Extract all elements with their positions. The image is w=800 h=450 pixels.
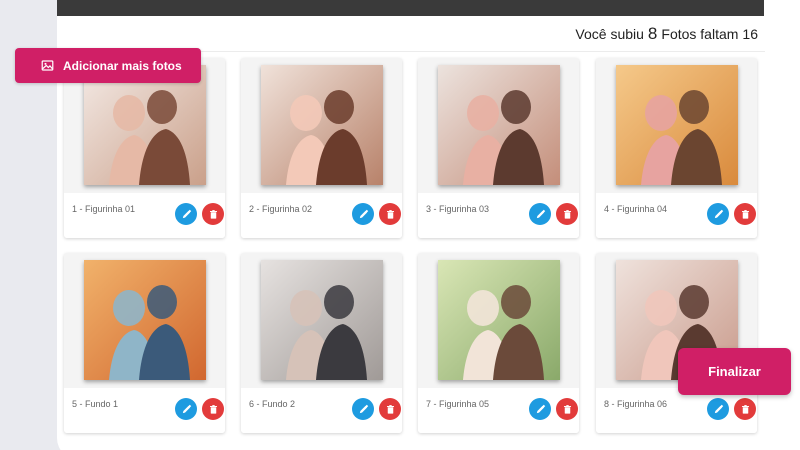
edit-button[interactable] — [352, 203, 374, 225]
counter-prefix: Você subiu — [575, 26, 644, 42]
delete-button[interactable] — [734, 203, 756, 225]
add-photos-label: Adicionar mais fotos — [63, 58, 182, 73]
card-footer: 4 - Figurinha 04 — [596, 193, 757, 238]
delete-button[interactable] — [202, 398, 224, 420]
trash-icon — [208, 404, 219, 415]
trash-icon — [208, 209, 219, 220]
edit-button[interactable] — [175, 203, 197, 225]
edit-button[interactable] — [529, 398, 551, 420]
pencil-icon — [181, 209, 192, 220]
delete-button[interactable] — [379, 398, 401, 420]
trash-icon — [385, 404, 396, 415]
couple-photo — [616, 65, 738, 185]
photo-label: 8 - Figurinha 06 — [604, 399, 668, 409]
couple-photo — [84, 260, 206, 380]
card-footer: 3 - Figurinha 03 — [418, 193, 579, 238]
remaining-count: 16 — [742, 26, 758, 42]
pencil-icon — [713, 209, 724, 220]
pencil-icon — [713, 404, 724, 415]
photo-card: 4 - Figurinha 04 — [596, 58, 757, 238]
photo-card: 5 - Fundo 1 — [64, 253, 225, 433]
photo-card: 2 - Figurinha 02 — [241, 58, 402, 238]
image-icon — [41, 59, 54, 72]
couple-photo — [438, 65, 560, 185]
trash-icon — [562, 209, 573, 220]
pencil-icon — [358, 404, 369, 415]
card-footer: 7 - Figurinha 05 — [418, 388, 579, 433]
edit-button[interactable] — [175, 398, 197, 420]
counter-middle: Fotos faltam — [661, 26, 739, 42]
delete-button[interactable] — [556, 203, 578, 225]
pencil-icon — [535, 209, 546, 220]
edit-button[interactable] — [529, 203, 551, 225]
photo-label: 4 - Figurinha 04 — [604, 204, 668, 214]
card-footer: 5 - Fundo 1 — [64, 388, 225, 433]
edit-button[interactable] — [707, 398, 729, 420]
photo-label: 3 - Figurinha 03 — [426, 204, 490, 214]
photo-card: 7 - Figurinha 05 — [418, 253, 579, 433]
finalize-button[interactable]: Finalizar — [678, 348, 791, 395]
couple-photo — [438, 260, 560, 380]
trash-icon — [385, 209, 396, 220]
app-window: Você subiu 8 Fotos faltam 16 Adicionar m… — [0, 0, 800, 450]
delete-button[interactable] — [202, 203, 224, 225]
photo-label: 5 - Fundo 1 — [72, 399, 119, 409]
card-footer: 1 - Figurinha 01 — [64, 193, 225, 238]
trash-icon — [562, 404, 573, 415]
delete-button[interactable] — [379, 203, 401, 225]
photo-card: 6 - Fundo 2 — [241, 253, 402, 433]
top-bar — [57, 0, 764, 16]
edit-button[interactable] — [707, 203, 729, 225]
card-footer: 6 - Fundo 2 — [241, 388, 402, 433]
photo-card: 1 - Figurinha 01 — [64, 58, 225, 238]
photo-label: 2 - Figurinha 02 — [249, 204, 313, 214]
couple-photo — [261, 65, 383, 185]
trash-icon — [740, 209, 751, 220]
edit-button[interactable] — [352, 398, 374, 420]
add-photos-button[interactable]: Adicionar mais fotos — [15, 48, 201, 83]
pencil-icon — [181, 404, 192, 415]
pencil-icon — [358, 209, 369, 220]
uploaded-count: 8 — [647, 24, 658, 43]
photo-label: 6 - Fundo 2 — [249, 399, 296, 409]
card-footer: 2 - Figurinha 02 — [241, 193, 402, 238]
couple-photo — [84, 65, 206, 185]
delete-button[interactable] — [734, 398, 756, 420]
trash-icon — [740, 404, 751, 415]
photo-label: 7 - Figurinha 05 — [426, 399, 490, 409]
delete-button[interactable] — [556, 398, 578, 420]
photo-card: 8 - Figurinha 06 — [596, 253, 757, 433]
photo-label: 1 - Figurinha 01 — [72, 204, 136, 214]
upload-counter: Você subiu 8 Fotos faltam 16 — [575, 24, 758, 44]
couple-photo — [261, 260, 383, 380]
pencil-icon — [535, 404, 546, 415]
photo-card: 3 - Figurinha 03 — [418, 58, 579, 238]
